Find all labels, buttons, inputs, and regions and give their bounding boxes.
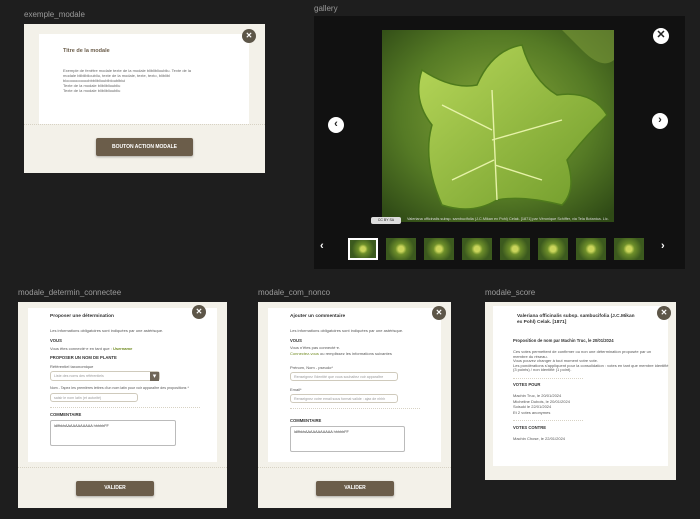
score-modal-content: Valeriana officinalis subsp. sambucifoli… [493, 306, 669, 466]
divider [18, 467, 227, 468]
gallery-main-image [382, 30, 614, 222]
comment-modal-content: Ajouter un commentaire Les informations … [268, 308, 441, 462]
frame-label-com: modale_com_nonco [258, 288, 331, 297]
vote-for-item: Et 2 votes anonymes [513, 409, 551, 415]
example-modal-title: Titre de la modale [63, 48, 110, 54]
gallery-thumbnail[interactable] [576, 238, 606, 260]
name-label: Nom - Tapez les premières lettres d'un n… [50, 386, 189, 390]
comment-textarea[interactable]: ldlfhkhAAAAAAAAAAA hhhhhFF [50, 420, 176, 446]
divider [513, 378, 583, 379]
votes-against-heading: VOTES CONTRE [513, 425, 547, 430]
plant-heading: PROPOSER UN NOM DE PLANTE [50, 355, 117, 360]
email-input[interactable]: Renseignez votre email sous format valid… [290, 394, 398, 403]
gallery-thumbnail[interactable] [462, 238, 492, 260]
close-icon[interactable]: ✕ [242, 29, 256, 43]
gallery-thumbnail[interactable] [348, 238, 378, 260]
score-modal: Valeriana officinalis subsp. sambucifoli… [485, 302, 676, 480]
chevron-down-icon[interactable]: ▾ [150, 372, 159, 381]
name-input[interactable]: Renseignez l'identité que vous souhaitez… [290, 372, 398, 381]
votes-for-heading: VOTES POUR [513, 382, 541, 387]
gallery-thumbnail[interactable] [538, 238, 568, 260]
thumb-next-icon[interactable]: › [661, 240, 665, 252]
required-note: Les informations obligatoires sont indiq… [50, 328, 164, 333]
connect-link[interactable]: Connectez-vous [290, 351, 319, 356]
gallery-thumbnail[interactable] [614, 238, 644, 260]
gallery-next-button[interactable]: › [652, 113, 668, 129]
frame-label-score: modale_score [485, 288, 536, 297]
gallery-thumbnail[interactable] [386, 238, 416, 260]
license-badge: CC BY SA [371, 217, 401, 224]
name-label: Prénom, Nom - pseudo* [290, 365, 333, 370]
close-icon[interactable]: ✕ [432, 306, 446, 320]
not-connected-text: Vous n'êtes pas connecté·e. [290, 345, 341, 350]
leaf-photo [382, 30, 614, 222]
divider [24, 124, 265, 125]
example-modal-content: Titre de la modale Exemple de fenêtre mo… [39, 34, 249, 124]
comment-modal-title: Ajouter un commentaire [290, 314, 346, 319]
frame-label-determin: modale_determin_connectee [18, 288, 122, 297]
divider [258, 467, 451, 468]
vous-heading: VOUS [50, 338, 62, 343]
divider [50, 407, 200, 408]
divider [290, 408, 420, 409]
divider [513, 420, 583, 421]
gallery-caption: Valeriana officinalis subsp. sambucifoli… [407, 217, 609, 221]
connected-status: Vous êtes connecté·e en tant que : Usern… [50, 346, 133, 351]
comment-modal: Ajouter un commentaire Les informations … [258, 302, 451, 508]
close-icon[interactable]: ✕ [192, 305, 206, 319]
username-link[interactable]: Username [113, 346, 132, 351]
vote-against-item: Machin Chose, le 22/01/2024 [513, 436, 566, 441]
ref-select-value: Liste des noms des référentiels [54, 374, 104, 378]
gallery-thumbnail[interactable] [424, 238, 454, 260]
thumb-prev-icon[interactable]: ‹ [320, 240, 324, 252]
connect-line: Connectez-vous ou remplissez les informa… [290, 351, 392, 356]
example-modal-line: Texte de la modale blibliblioubliu [63, 88, 121, 93]
gallery-thumbnail[interactable] [500, 238, 530, 260]
ref-select[interactable]: Liste des noms des référentiels [50, 371, 160, 381]
email-label: Email* [290, 387, 302, 392]
ref-label: Référentiel taxonomique [50, 364, 94, 369]
comment-textarea[interactable]: ldlfhkhAAAAAAAAAAA hhhhhFF [290, 426, 405, 452]
modal-action-button[interactable]: BOUTON ACTION MODALE [96, 138, 193, 156]
vous-heading: VOUS [290, 338, 302, 343]
gallery-panel: ✕ ‹ › CC BY SA Valeriana officinalis sub… [314, 16, 685, 269]
proposal-heading: Proposition de nom par Machin Truc, le 2… [513, 338, 614, 343]
plant-name-input[interactable]: saisir le nom latin (et autorité) [50, 393, 138, 402]
close-icon[interactable]: ✕ [657, 306, 671, 320]
example-modal: Titre de la modale Exemple de fenêtre mo… [24, 24, 265, 173]
determination-modal-content: Proposer une détermination Les informati… [28, 308, 217, 462]
frame-label-gallery: gallery [314, 4, 338, 13]
gallery-prev-button[interactable]: ‹ [328, 117, 344, 133]
frame-label-exemple: exemple_modale [24, 10, 85, 19]
comment-heading: COMMENTAIRE [290, 418, 322, 423]
determination-title: Proposer une détermination [50, 314, 114, 319]
validate-button[interactable]: VALIDER [76, 481, 154, 496]
gallery-close-icon[interactable]: ✕ [653, 28, 669, 44]
determination-modal: Proposer une détermination Les informati… [18, 302, 227, 508]
required-note: Les informations obligatoires sont indiq… [290, 328, 404, 333]
score-taxon-title: Valeriana officinalis subsp. sambucifoli… [517, 314, 635, 325]
validate-button[interactable]: VALIDER [316, 481, 394, 496]
vote-info: (3 points) / non identifié (1 point). [513, 367, 572, 373]
comment-heading: COMMENTAIRE [50, 412, 82, 417]
